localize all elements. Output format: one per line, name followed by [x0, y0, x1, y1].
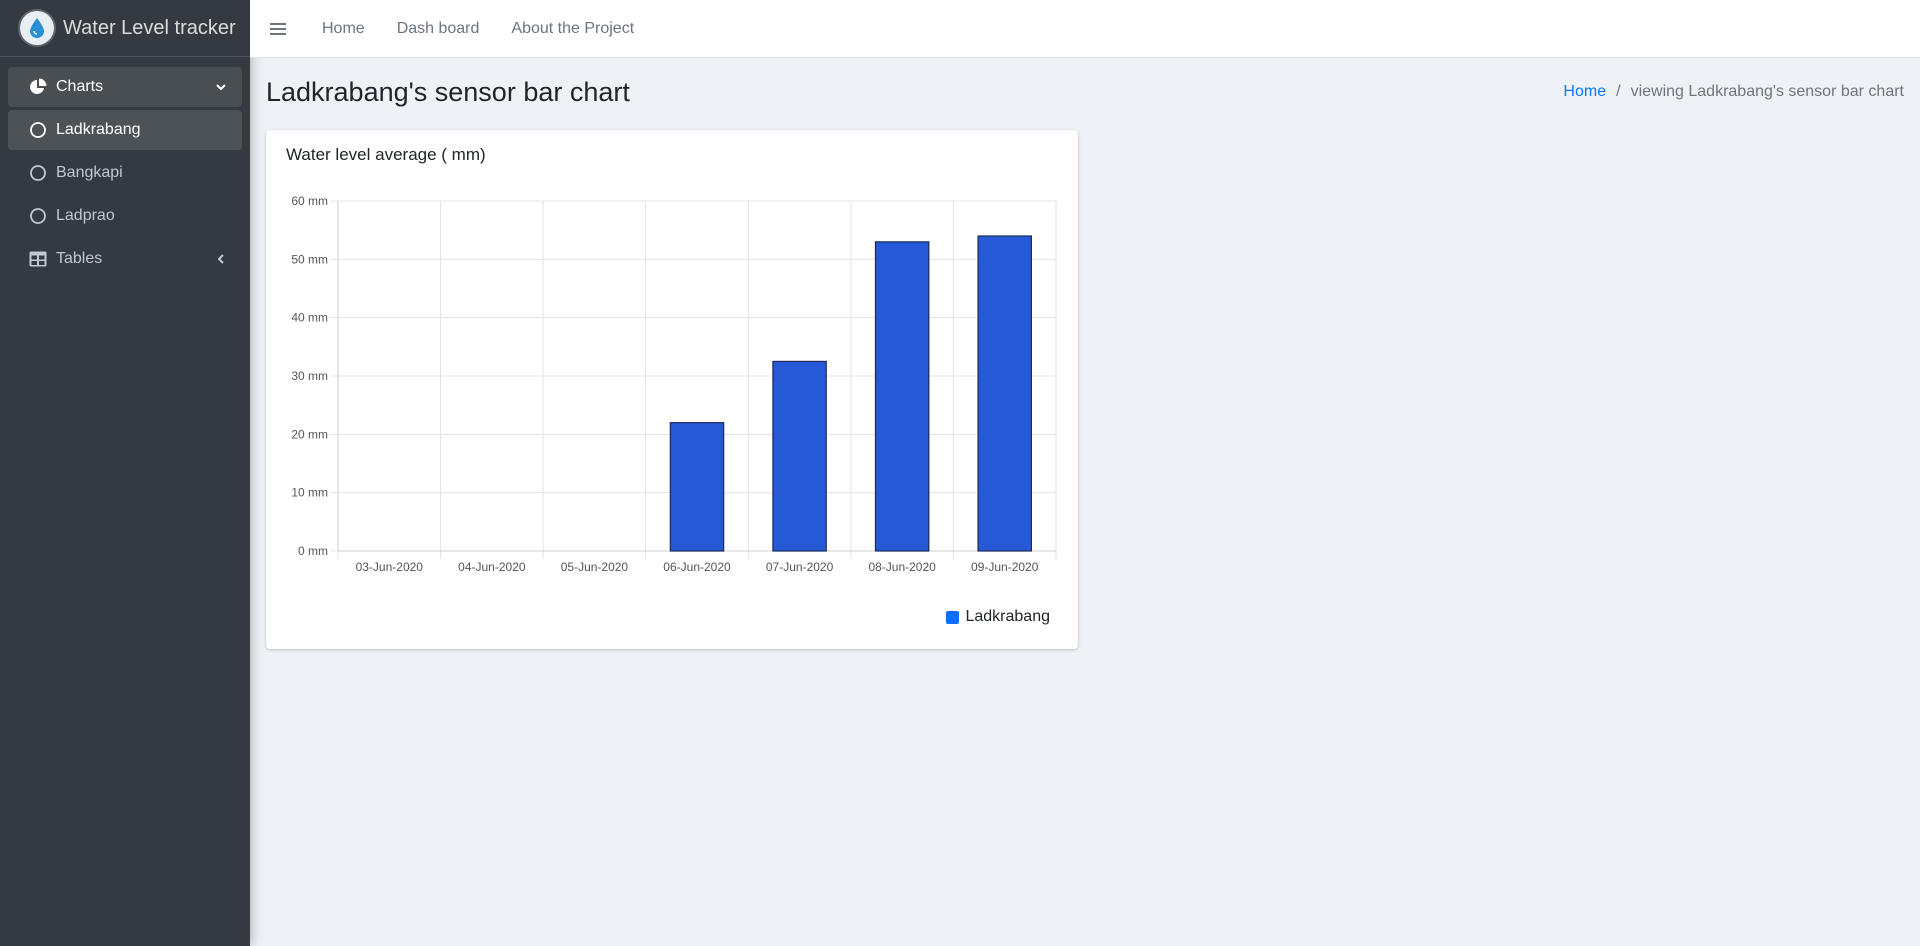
breadcrumb-home-link[interactable]: Home — [1563, 83, 1606, 101]
pie-chart-icon — [28, 77, 48, 97]
y-tick-label: 30 mm — [291, 369, 328, 383]
breadcrumb-separator: / — [1616, 83, 1621, 100]
sidebar-item-ladprao[interactable]: Ladprao — [8, 196, 242, 236]
chevron-left-icon — [214, 252, 228, 266]
bar-09-Jun-2020 — [977, 235, 1032, 552]
page-title: Ladkrabang's sensor bar chart — [266, 76, 630, 107]
breadcrumb-current: viewing Ladkrabang's sensor bar chart — [1630, 83, 1904, 100]
top-navbar: Home Dash board About the Project — [250, 0, 1920, 58]
x-tick-label: 08-Jun-2020 — [868, 560, 936, 574]
nav-link-dashboard[interactable]: Dash board — [381, 20, 496, 38]
circle-icon — [28, 163, 48, 183]
sidebar-item-bangkapi[interactable]: Bangkapi — [8, 153, 242, 193]
water-drop-icon — [20, 11, 54, 45]
sidebar-nav: Charts Ladkrabang Bangkapi Ladprao Table… — [0, 57, 250, 292]
x-tick-label: 04-Jun-2020 — [458, 560, 526, 574]
nav-link-about[interactable]: About the Project — [495, 20, 650, 38]
content-header: Ladkrabang's sensor bar chart Home / vie… — [266, 72, 1904, 112]
bar-07-Jun-2020 — [772, 360, 827, 552]
nav-link-home[interactable]: Home — [306, 20, 381, 38]
x-tick-label: 05-Jun-2020 — [561, 560, 629, 574]
y-tick-label: 50 mm — [291, 252, 328, 266]
breadcrumb: Home / viewing Ladkrabang's sensor bar c… — [1563, 83, 1904, 101]
brand-name: Water Level tracker — [63, 16, 236, 39]
bar-08-Jun-2020 — [874, 241, 930, 552]
card-title: Water level average ( mm) — [286, 145, 486, 164]
circle-icon — [28, 120, 48, 140]
y-tick-label: 0 mm — [298, 544, 328, 558]
bar-06-Jun-2020 — [669, 422, 725, 552]
sidebar-item-label: Tables — [56, 250, 103, 267]
x-tick-label: 09-Jun-2020 — [971, 560, 1039, 574]
brand[interactable]: Water Level tracker — [0, 0, 250, 57]
x-tick-label: 03-Jun-2020 — [356, 560, 424, 574]
circle-icon — [28, 206, 48, 226]
sidebar-item-tables[interactable]: Tables — [8, 239, 242, 279]
y-tick-label: 40 mm — [291, 311, 328, 325]
table-icon — [28, 249, 48, 269]
chevron-down-icon — [214, 80, 228, 94]
sidebar-item-label: Ladprao — [56, 207, 115, 224]
y-tick-label: 20 mm — [291, 427, 328, 441]
sidebar-item-label: Ladkrabang — [56, 121, 141, 138]
sidebar-item-ladkrabang[interactable]: Ladkrabang — [8, 110, 242, 150]
sidebar: Water Level tracker Charts Ladkrabang Ba… — [0, 0, 250, 946]
y-tick-label: 10 mm — [291, 486, 328, 500]
sidebar-item-label: Bangkapi — [56, 164, 123, 181]
x-tick-label: 07-Jun-2020 — [766, 560, 834, 574]
chart-legend[interactable]: Ladkrabang — [946, 608, 1050, 626]
sidebar-item-charts[interactable]: Charts — [8, 67, 242, 107]
y-tick-label: 60 mm — [291, 194, 328, 208]
sidebar-item-label: Charts — [56, 78, 104, 95]
hamburger-icon[interactable] — [250, 0, 306, 57]
legend-label: Ladkrabang — [965, 608, 1050, 625]
legend-swatch — [946, 610, 960, 624]
chart-card: Water level average ( mm) 0 mm 10 mm 20 mm… — [266, 130, 1078, 649]
bar-chart: 0 mm 10 mm 20 mm 30 mm 40 mm 50 mm 60 mm 03-Jun… — [291, 194, 1057, 574]
x-tick-label: 06-Jun-2020 — [663, 560, 731, 574]
